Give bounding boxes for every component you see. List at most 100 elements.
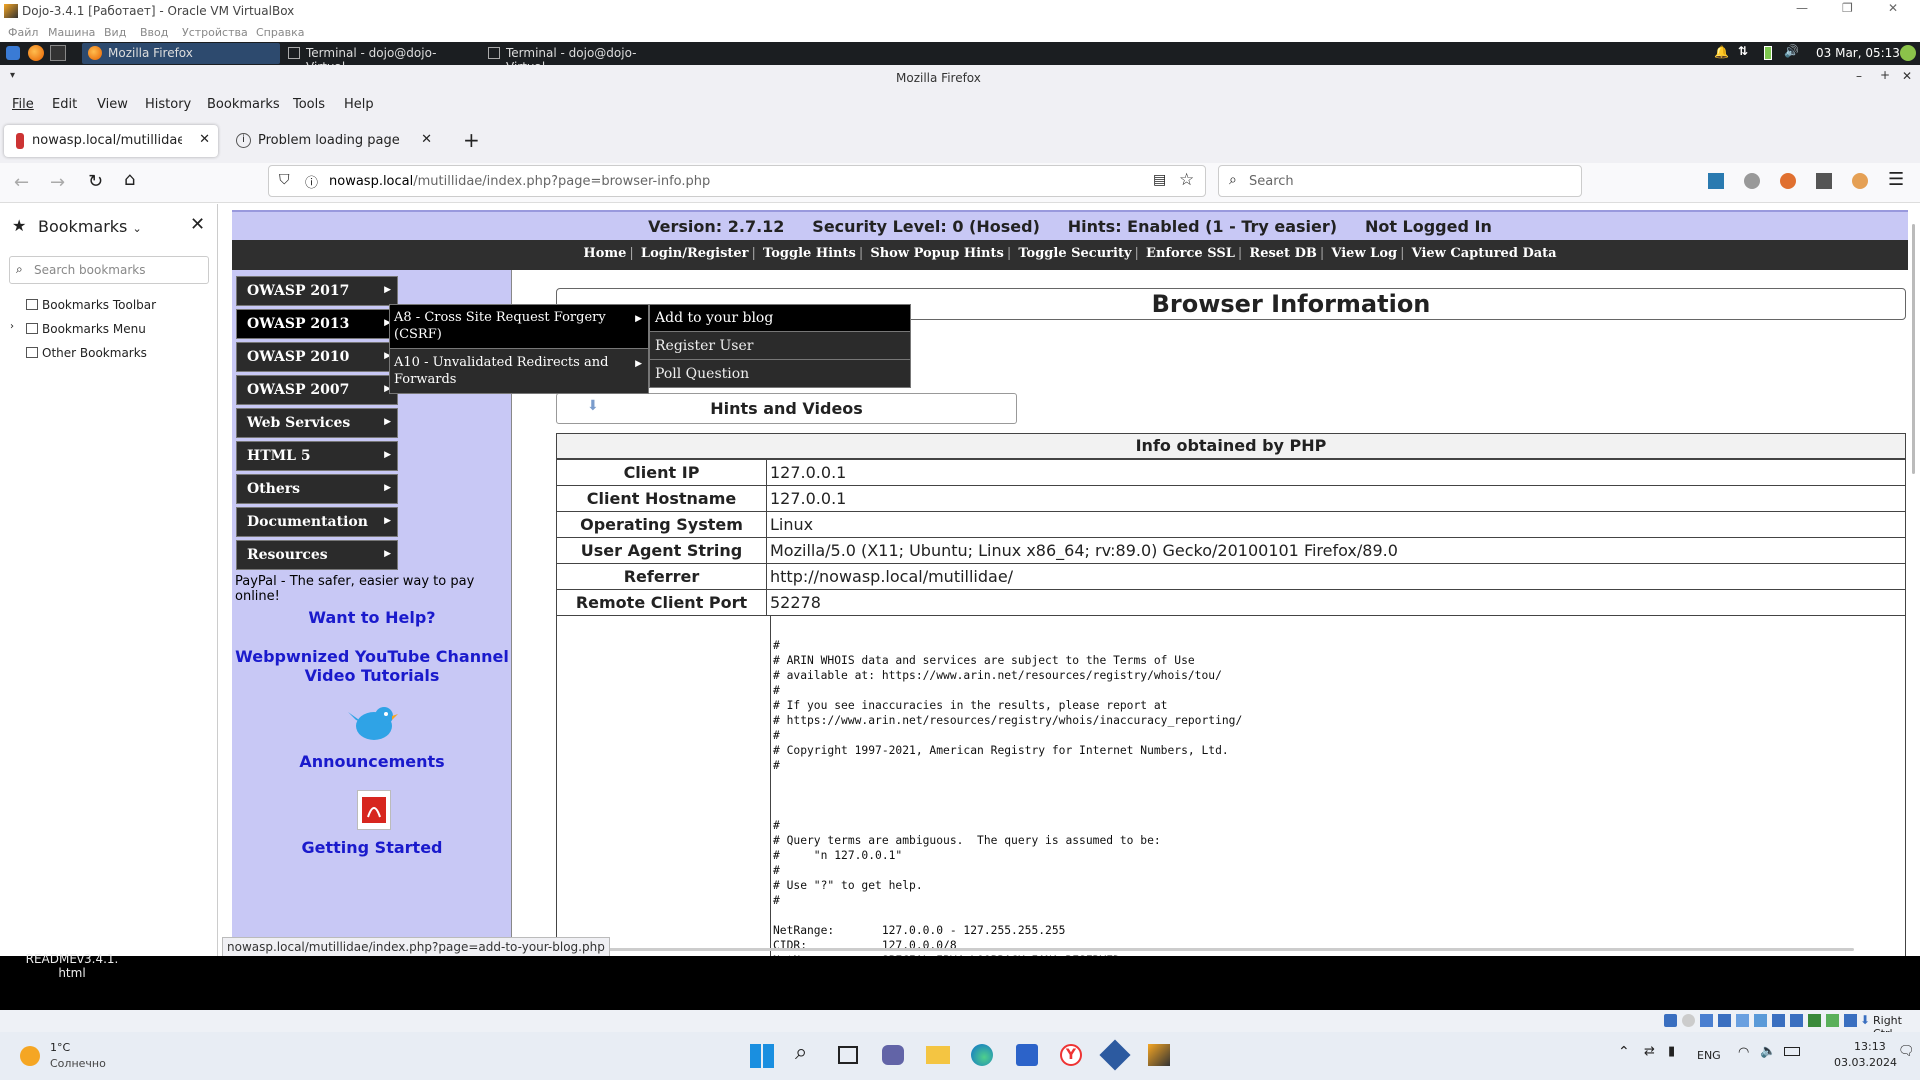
menu-html5[interactable]: HTML 5 ▶ <box>236 441 398 471</box>
horizontal-scrollbar[interactable] <box>589 948 1854 951</box>
tray-stats-icon[interactable]: ▮ <box>1668 1044 1675 1059</box>
weather-temp[interactable]: 1°C <box>50 1041 70 1054</box>
windows-start-icon[interactable] <box>750 1044 774 1068</box>
menu-others[interactable]: Others ▶ <box>236 474 398 504</box>
bookmarks-search-input[interactable]: ⌕ Search bookmarks <box>9 256 209 284</box>
battery-icon[interactable] <box>1764 46 1772 60</box>
paypal-text[interactable]: PayPal - The safer, easier way to pay on… <box>235 574 505 604</box>
ff-close-icon[interactable]: ✕ <box>1902 69 1912 83</box>
store-icon[interactable] <box>1016 1044 1038 1066</box>
language-indicator[interactable]: ENG <box>1697 1049 1721 1062</box>
tracking-shield-icon[interactable]: ⛉ <box>279 172 290 188</box>
nav-toggle-hints[interactable]: Toggle Hints <box>763 246 856 261</box>
extension-4-icon[interactable] <box>1816 173 1832 189</box>
hamburger-menu-icon[interactable]: ☰ <box>1888 169 1904 190</box>
ff-maximize-icon[interactable]: + <box>1880 68 1890 82</box>
extension-2-icon[interactable] <box>1744 173 1760 189</box>
reader-view-icon[interactable]: ▤ <box>1153 172 1166 188</box>
vbox-menu-devices[interactable]: Устройства <box>182 26 248 39</box>
menu-history[interactable]: History <box>145 97 191 112</box>
home-icon[interactable]: ⌂ <box>124 169 135 190</box>
submenu-item-poll-question[interactable]: Poll Question <box>650 361 910 388</box>
menu-resources[interactable]: Resources ▶ <box>236 540 398 570</box>
virtualbox-icon[interactable] <box>1099 1039 1131 1071</box>
vbox-menu-help[interactable]: Справка <box>256 26 304 39</box>
recording-icon[interactable] <box>1790 1014 1803 1027</box>
teams-chat-icon[interactable] <box>882 1045 904 1065</box>
network-icon[interactable]: ⇅ <box>1738 44 1748 58</box>
tab-close-icon[interactable]: ✕ <box>421 132 432 147</box>
nav-enforce-ssl[interactable]: Enforce SSL <box>1146 246 1235 261</box>
window-menu-icon[interactable]: ▾ <box>10 70 15 81</box>
tab-problem-loading[interactable]: i Problem loading page ✕ <box>226 125 440 157</box>
nav-toggle-security[interactable]: Toggle Security <box>1018 246 1131 261</box>
notification-bell-icon[interactable]: 🔔 <box>1714 45 1729 59</box>
twitter-bird-icon[interactable] <box>348 702 398 746</box>
back-icon[interactable]: ← <box>14 172 29 193</box>
user-icon[interactable] <box>1900 45 1916 61</box>
tray-chevron-icon[interactable]: ⌃ <box>1618 1044 1630 1060</box>
panel-clock[interactable]: 03 Mar, 05:13 <box>1816 46 1900 60</box>
menu-documentation[interactable]: Documentation ▶ <box>236 507 398 537</box>
menu-edit[interactable]: Edit <box>52 97 77 112</box>
volume-icon[interactable]: 🔊 <box>1784 44 1799 58</box>
hdd-icon[interactable] <box>1664 1014 1677 1027</box>
menu-owasp-2013[interactable]: OWASP 2013 ▶ <box>236 309 398 339</box>
edge-icon[interactable] <box>971 1044 993 1066</box>
menu-help[interactable]: Help <box>344 97 374 112</box>
audio-icon[interactable] <box>1700 1014 1713 1027</box>
search-box[interactable]: ⌕ Search <box>1218 165 1582 197</box>
panel-app-terminal-2[interactable]: Terminal - dojo@dojo-Virtual... <box>484 43 682 74</box>
ff-minimize-icon[interactable]: – <box>1856 69 1862 83</box>
shared-folder-icon[interactable] <box>1754 1014 1767 1027</box>
nav-view-log[interactable]: View Log <box>1331 246 1397 261</box>
want-to-help-link[interactable]: Want to Help? <box>232 608 512 627</box>
menu-owasp-2010[interactable]: OWASP 2010 ▶ <box>236 342 398 372</box>
hints-videos-box[interactable]: ⬇ Hints and Videos <box>556 393 1017 424</box>
nav-reset-db[interactable]: Reset DB <box>1249 246 1316 261</box>
new-tab-icon[interactable]: + <box>463 128 480 152</box>
close-icon[interactable]: ✕ <box>1888 1 1898 15</box>
pdf-icon[interactable] <box>357 790 391 830</box>
nav-home[interactable]: Home <box>583 246 626 261</box>
getting-started-link[interactable]: Getting Started <box>232 838 512 857</box>
sidebar-item-menu[interactable]: Bookmarks Menu <box>26 322 146 336</box>
menu-file[interactable]: File <box>12 97 34 112</box>
maximize-icon[interactable]: ❐ <box>1842 1 1853 15</box>
nav-login-register[interactable]: Login/Register <box>641 246 749 261</box>
menu-owasp-2007[interactable]: OWASP 2007 ▶ <box>236 375 398 405</box>
reload-icon[interactable]: ↻ <box>88 171 103 192</box>
menu-tools[interactable]: Tools <box>293 97 325 112</box>
extension-5-icon[interactable] <box>1852 173 1868 189</box>
desktop-file-readme[interactable]: READMEv3.4.1. html <box>22 952 122 980</box>
usb-icon[interactable] <box>1736 1014 1749 1027</box>
youtube-channel-link[interactable]: Webpwnized YouTube Channel Video Tutoria… <box>232 647 512 685</box>
tray-network-toggle-icon[interactable]: ⇄ <box>1644 1044 1655 1059</box>
menu-view[interactable]: View <box>97 97 128 112</box>
vbox-menu-view[interactable]: Вид <box>104 26 126 39</box>
battery-tray-icon[interactable] <box>1784 1047 1800 1056</box>
vertical-scrollbar[interactable] <box>1912 224 1915 474</box>
taskbar-date[interactable]: 03.03.2024 <box>1834 1056 1897 1069</box>
file-explorer-icon[interactable] <box>926 1046 950 1064</box>
vbox-menu-machine[interactable]: Машина <box>48 26 95 39</box>
vbox-menu-file[interactable]: Файл <box>8 26 38 39</box>
submenu-item-csrf[interactable]: A8 - Cross Site Request Forgery (CSRF) ▶ <box>390 305 648 349</box>
taskbar-time[interactable]: 13:13 <box>1854 1040 1886 1053</box>
display-icon[interactable] <box>1772 1014 1785 1027</box>
submenu-item-add-blog[interactable]: Add to your blog <box>650 305 910 332</box>
panel-app-firefox[interactable]: Mozilla Firefox <box>82 43 280 64</box>
network-adapter-icon[interactable] <box>1718 1014 1731 1027</box>
forward-icon[interactable]: → <box>50 172 65 193</box>
extension-3-icon[interactable] <box>1780 173 1796 189</box>
terminal-launcher-icon[interactable] <box>50 45 66 61</box>
vtx-icon[interactable] <box>1826 1014 1839 1027</box>
speaker-icon[interactable]: 🔈 <box>1760 1044 1776 1059</box>
whisker-menu-icon[interactable] <box>6 46 20 60</box>
host-key-icon[interactable]: ⬇ <box>1860 1013 1870 1027</box>
firefox-launcher-icon[interactable] <box>28 45 44 61</box>
url-text[interactable]: nowasp.local/mutillidae/index.php?page=b… <box>329 174 710 189</box>
page-info-icon[interactable]: ⓘ <box>305 172 318 191</box>
sidebar-item-other[interactable]: Other Bookmarks <box>26 346 147 360</box>
optical-icon[interactable] <box>1682 1014 1695 1027</box>
